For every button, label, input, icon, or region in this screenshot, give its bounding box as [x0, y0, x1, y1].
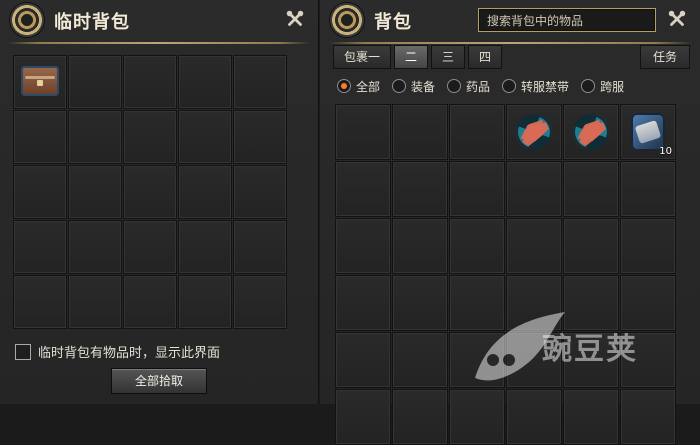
temporary-slot[interactable] — [13, 165, 67, 219]
inventory-slot[interactable] — [620, 161, 676, 217]
filter-all[interactable]: 全部 — [337, 78, 380, 95]
filter-potions[interactable]: 药品 — [447, 78, 490, 95]
inventory-slot[interactable] — [335, 389, 391, 445]
filter-radio[interactable] — [581, 79, 596, 93]
inventory-slot[interactable] — [563, 104, 619, 160]
temporary-slot[interactable] — [233, 165, 287, 219]
inventory-slot[interactable] — [335, 218, 391, 274]
inventory-header: 背包 搜索背包中的物品 — [320, 0, 700, 40]
inventory-slot[interactable] — [392, 389, 448, 445]
inventory-slot[interactable] — [335, 275, 391, 331]
inventory-slot[interactable] — [392, 104, 448, 160]
temporary-slot[interactable] — [68, 220, 122, 274]
tab-bag-3[interactable]: 三 — [431, 45, 466, 69]
temporary-slot[interactable] — [178, 220, 232, 274]
temporary-slot[interactable] — [68, 55, 122, 109]
item-quantity: 10 — [659, 146, 672, 157]
inventory-slot[interactable] — [506, 104, 562, 160]
temporary-slot[interactable] — [233, 220, 287, 274]
inventory-grid: 10 — [335, 104, 676, 445]
inventory-slot[interactable] — [335, 104, 391, 160]
temporary-slot[interactable] — [123, 275, 177, 329]
filter-label: 跨服 — [600, 79, 625, 94]
inventory-slot[interactable] — [449, 161, 505, 217]
inventory-slot[interactable] — [506, 161, 562, 217]
inventory-slot[interactable] — [449, 218, 505, 274]
inventory-slot[interactable] — [563, 389, 619, 445]
inventory-slot[interactable] — [392, 275, 448, 331]
header-divider — [8, 42, 310, 44]
temporary-slot[interactable] — [68, 165, 122, 219]
temporary-bag-title: 临时背包 — [54, 12, 130, 33]
temporary-slot[interactable] — [13, 110, 67, 164]
inventory-slot[interactable] — [335, 161, 391, 217]
inventory-tabs: 包裹一 二 三 四 — [333, 45, 503, 69]
temporary-bag-grid — [13, 55, 287, 329]
temporary-slot[interactable] — [123, 165, 177, 219]
inventory-slot[interactable] — [392, 218, 448, 274]
tools-icon[interactable] — [666, 8, 688, 30]
filter-radio[interactable] — [447, 79, 462, 93]
filter-no-transfer[interactable]: 转服禁带 — [502, 78, 569, 95]
temporary-slot[interactable] — [233, 275, 287, 329]
filter-radio[interactable] — [337, 79, 351, 93]
temporary-slot[interactable] — [123, 110, 177, 164]
temporary-slot[interactable] — [13, 55, 67, 109]
inventory-slot[interactable] — [506, 218, 562, 274]
inventory-search-input[interactable]: 搜索背包中的物品 — [478, 8, 656, 32]
temporary-slot[interactable] — [178, 110, 232, 164]
watermark-text: 豌豆荚 — [542, 332, 638, 367]
filter-label: 药品 — [466, 79, 491, 94]
header-divider — [328, 42, 692, 44]
temporary-slot[interactable] — [178, 55, 232, 109]
filter-radio[interactable] — [502, 79, 517, 93]
tab-bag-2[interactable]: 二 — [394, 45, 429, 69]
temporary-bag-header: 临时背包 — [0, 0, 318, 40]
inventory-slot[interactable] — [620, 389, 676, 445]
filter-label: 装备 — [411, 79, 436, 94]
temporary-slot[interactable] — [123, 220, 177, 274]
filter-cross-server[interactable]: 跨服 — [581, 78, 624, 95]
pickup-all-button[interactable]: 全部拾取 — [111, 368, 207, 394]
tools-icon[interactable] — [284, 8, 306, 30]
inventory-slot[interactable] — [449, 104, 505, 160]
inventory-slot[interactable] — [506, 389, 562, 445]
inventory-slot[interactable] — [563, 161, 619, 217]
filter-label: 转服禁带 — [521, 79, 570, 94]
temporary-slot[interactable] — [123, 55, 177, 109]
tab-task[interactable]: 任务 — [639, 45, 690, 69]
inventory-slot[interactable]: 10 — [620, 104, 676, 160]
inventory-slot[interactable] — [620, 218, 676, 274]
show-temporary-bag-checkbox[interactable] — [15, 344, 31, 360]
temporary-slot[interactable] — [13, 275, 67, 329]
filter-radio[interactable] — [392, 79, 407, 93]
shuriken-icon[interactable] — [573, 114, 609, 150]
temporary-slot[interactable] — [233, 55, 287, 109]
shuriken-icon[interactable] — [516, 114, 552, 150]
temporary-bag-panel: 临时背包 临时背包有物品时，显示此界面 全部拾取 — [0, 0, 319, 404]
temporary-slot[interactable] — [233, 110, 287, 164]
inventory-slot[interactable] — [449, 389, 505, 445]
chest-icon[interactable] — [21, 66, 59, 96]
inventory-title: 背包 — [374, 12, 412, 33]
inventory-slot[interactable] — [392, 332, 448, 388]
temporary-slot[interactable] — [68, 275, 122, 329]
filter-equipment[interactable]: 装备 — [392, 78, 435, 95]
inventory-filters: 全部 装备 药品 转服禁带 跨服 — [337, 77, 624, 95]
inventory-search-placeholder: 搜索背包中的物品 — [487, 14, 584, 28]
gear-icon — [10, 3, 44, 37]
filter-label: 全部 — [356, 79, 381, 94]
gear-icon — [330, 3, 364, 37]
tab-bag-4[interactable]: 四 — [468, 45, 503, 69]
tab-bag-1[interactable]: 包裹一 — [333, 45, 392, 69]
inventory-slot[interactable] — [392, 161, 448, 217]
show-temporary-bag-label: 临时背包有物品时，显示此界面 — [38, 346, 221, 361]
temporary-slot[interactable] — [13, 220, 67, 274]
temporary-slot[interactable] — [178, 275, 232, 329]
temporary-slot[interactable] — [178, 165, 232, 219]
inventory-slot[interactable] — [335, 332, 391, 388]
inventory-slot[interactable] — [563, 218, 619, 274]
temporary-slot[interactable] — [68, 110, 122, 164]
